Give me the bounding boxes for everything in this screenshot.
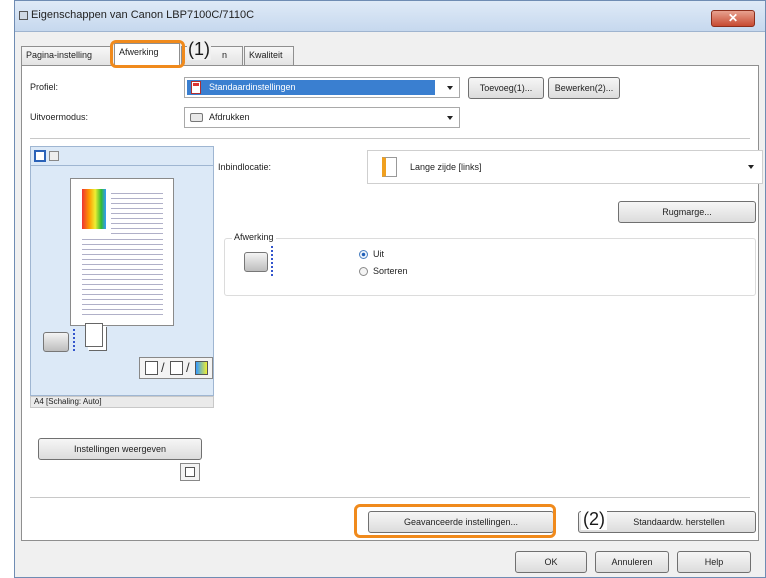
callout-label-2: (2) [581, 509, 607, 530]
preview-pane: / / [30, 146, 214, 396]
binding-edge-icon [73, 329, 75, 353]
window-title: Eigenschappen van Canon LBP7100C/7110C [31, 9, 255, 21]
output-mode-select[interactable]: Afdrukken [184, 107, 460, 128]
ok-button[interactable]: OK [515, 551, 587, 573]
profile-label: Profiel: [30, 82, 59, 92]
finishing-panel: Profiel: Standaardinstellingen Toevoeg(1… [21, 65, 763, 541]
printer-icon [244, 252, 268, 272]
separator [30, 138, 750, 139]
callout-label-1: (1) [187, 39, 211, 60]
finishing-group [224, 238, 756, 296]
finishing-collate-radio[interactable] [359, 267, 368, 276]
printer-window-icon [19, 11, 28, 20]
finishing-group-label: Afwerking [232, 232, 276, 242]
chevron-down-icon [447, 116, 453, 120]
profile-select[interactable]: Standaardinstellingen [184, 77, 460, 98]
profile-value: Standaardinstellingen [209, 82, 296, 92]
tab-quality[interactable]: Kwaliteit [244, 46, 294, 65]
preview-divider [31, 165, 213, 166]
binding-edge-icon [382, 157, 397, 177]
binding-location-label: Inbindlocatie: [218, 162, 272, 172]
help-button[interactable]: Help [677, 551, 751, 573]
close-button[interactable]: ✕ [711, 10, 755, 27]
separator [30, 497, 750, 498]
layout-toggle-button[interactable]: / / [139, 357, 213, 379]
text-lines-preview [82, 235, 163, 317]
callout-highlight-2 [354, 504, 556, 538]
page-preview [70, 178, 174, 326]
add-profile-button[interactable]: Toevoeg(1)... [468, 77, 544, 99]
finishing-off-radio[interactable] [359, 250, 368, 259]
chevron-down-icon [748, 165, 754, 169]
layout-separator: / [186, 360, 190, 375]
output-mode-value: Afdrukken [209, 112, 250, 122]
layout-separator: / [161, 360, 165, 375]
edit-profile-button[interactable]: Bewerken(2)... [548, 77, 620, 99]
binding-location-select[interactable]: Lange zijde [links] [367, 150, 763, 184]
gutter-button[interactable]: Rugmarge... [618, 201, 756, 223]
finishing-off-label: Uit [373, 249, 384, 259]
copies-stack-icon [85, 323, 103, 347]
cancel-button[interactable]: Annuleren [595, 551, 669, 573]
profile-icon [191, 81, 201, 94]
tab-page-setup[interactable]: Pagina-instelling [21, 46, 113, 65]
callout-highlight-1 [110, 40, 185, 68]
finishing-collate-label: Sorteren [373, 266, 408, 276]
printer-info-icon[interactable] [180, 463, 200, 481]
preview-caption-bar: A4 [Schaling: Auto] [30, 396, 214, 408]
binding-location-value: Lange zijde [links] [410, 162, 482, 172]
printer-view-icon[interactable] [49, 151, 59, 161]
output-mode-label: Uitvoermodus: [30, 112, 89, 122]
preview-caption: A4 [Schaling: Auto] [34, 397, 102, 406]
page-layout-icon [170, 361, 183, 375]
chevron-down-icon [447, 86, 453, 90]
color-layout-icon [195, 361, 208, 375]
view-settings-button[interactable]: Instellingen weergeven [38, 438, 202, 460]
printer-layout-icon [145, 361, 158, 375]
printer-properties-dialog: Eigenschappen van Canon LBP7100C/7110C ✕… [14, 0, 766, 578]
printer-icon [43, 332, 69, 352]
title-bar: Eigenschappen van Canon LBP7100C/7110C ✕ [15, 1, 765, 32]
printer-icon [190, 113, 203, 122]
color-image-preview [82, 189, 106, 229]
collate-edge-icon [271, 246, 273, 276]
page-view-icon[interactable] [34, 150, 46, 162]
